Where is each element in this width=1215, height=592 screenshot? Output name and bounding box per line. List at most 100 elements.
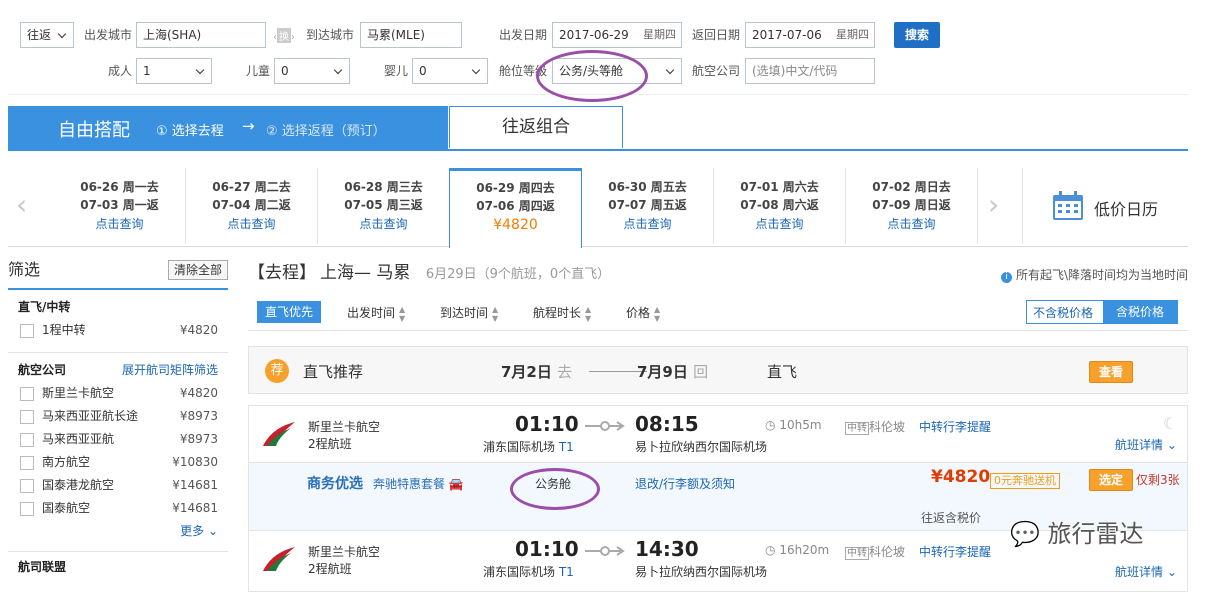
arrive-airport: 易卜拉欣纳西尔国际机场 — [635, 440, 768, 454]
benz-package-label: 奔驰特惠套餐 — [373, 477, 446, 491]
checkbox[interactable] — [20, 502, 34, 516]
filter-option[interactable]: 马来西亚亚航长途 ¥8973 — [8, 405, 228, 428]
date-go: 06-27 周二去 — [212, 180, 291, 194]
adult-select[interactable]: 1 — [136, 58, 212, 84]
filter-option-price: ¥14681 — [172, 478, 218, 492]
date-option[interactable]: 06-28 周三去 07-05 周三返 点击查询 — [318, 168, 450, 244]
next-dates-icon[interactable]: › — [988, 188, 999, 221]
toggle-with-tax[interactable]: 含税价格 — [1103, 301, 1177, 323]
filter-option-price: ¥8973 — [179, 409, 218, 423]
airline-input[interactable]: (选填)中文/代码 — [745, 58, 875, 84]
flight-legs: 2程航班 — [308, 562, 352, 576]
date-option[interactable]: 07-01 周六去 07-08 周六返 点击查询 — [714, 168, 846, 244]
checkbox[interactable] — [20, 479, 34, 493]
date-option[interactable]: 06-27 周二去 07-04 周二返 点击查询 — [186, 168, 318, 244]
date-option[interactable]: 07-02 周日去 07-09 周日返 点击查询 — [846, 168, 978, 244]
view-button[interactable]: 查看 — [1089, 361, 1133, 383]
recommend-type: 直飞 — [767, 363, 798, 381]
filter-option[interactable]: 马来西亚亚航 ¥8973 — [8, 428, 228, 451]
duration: ◷ 10h5m — [765, 418, 822, 432]
depart-label: 出发日期 — [499, 28, 548, 42]
flight-card: 斯里兰卡航空 2程航班 01:10 浦东国际机场 T1 08:15 易卜拉欣纳西… — [248, 405, 1188, 533]
filter-option[interactable]: 国泰港龙航空 ¥14681 — [8, 474, 228, 497]
srilankan-logo-icon — [263, 547, 295, 571]
infant-select[interactable]: 0 — [412, 58, 488, 84]
flight-arrow-icon — [585, 546, 625, 556]
sort-price[interactable]: 价格 ▲ ▼ — [626, 304, 660, 323]
watermark: 💬 旅行雷达 — [1010, 514, 1144, 549]
sort-arrive-time[interactable]: 到达时间 ▲ ▼ — [440, 304, 498, 323]
alliance-filter-title: 航司联盟 — [18, 560, 67, 574]
arrive-time: 08:15 — [635, 412, 699, 436]
calendar-icon[interactable] — [1051, 190, 1085, 225]
return-date-value: 2017-07-06 — [752, 28, 822, 42]
recommend-badge-icon: 荐 — [265, 359, 289, 383]
date-option[interactable]: 06-30 周五去 07-07 周五返 点击查询 — [582, 168, 714, 244]
highlight-circle-cabin — [536, 50, 648, 102]
prev-dates-icon[interactable]: ‹ — [16, 188, 27, 221]
date-option-selected[interactable]: 06-29 周四去 07-06 周四返 ¥4820 — [449, 168, 582, 248]
date-query-link[interactable]: 点击查询 — [582, 214, 713, 234]
recommend-back-date: 7月9日 — [637, 363, 688, 381]
sort-direct-first[interactable]: 直飞优先 — [257, 301, 322, 323]
booking-tab-bar: 自由搭配 ① 选择去程 → ② 选择返程（预订） 往返组合 — [8, 106, 1188, 151]
flight-arrow-icon — [585, 421, 625, 431]
benz-package-link[interactable]: 奔驰特惠套餐 🚘 — [373, 475, 464, 492]
more-airlines-link[interactable]: 更多 ⌄ — [8, 520, 228, 543]
sort-duration[interactable]: 航程时长 ▲ ▼ — [533, 304, 591, 323]
return-date-input[interactable]: 2017-07-06 星期四 — [745, 22, 875, 48]
date-query-link[interactable]: 点击查询 — [54, 214, 185, 234]
checkbox[interactable] — [20, 456, 34, 470]
infant-label: 婴儿 — [384, 64, 409, 78]
sort-depart-time[interactable]: 出发时间 ▲ ▼ — [347, 304, 405, 323]
refund-rules-link[interactable]: 退改/行李额及须知 — [635, 475, 735, 492]
checkbox[interactable] — [20, 324, 34, 338]
recommend-go: 7月2日 去 — [501, 361, 572, 382]
date-query-link[interactable]: 点击查询 — [714, 214, 845, 234]
select-fare-button[interactable]: 选定 — [1089, 469, 1133, 491]
date-go: 07-01 周六去 — [740, 180, 819, 194]
filter-option[interactable]: 南方航空 ¥10830 — [8, 451, 228, 474]
filter-option-price: ¥4820 — [179, 323, 218, 337]
toggle-no-tax[interactable]: 不含税价格 — [1033, 304, 1093, 321]
tab-round-trip[interactable]: 往返组合 — [449, 106, 623, 148]
low-price-calendar-link[interactable]: 低价日历 — [1094, 196, 1158, 220]
luggage-reminder-link[interactable]: 中转行李提醒 — [919, 418, 991, 435]
checkbox[interactable] — [20, 410, 34, 424]
wechat-icon: 💬 — [1010, 520, 1040, 548]
date-option[interactable]: 06-26 周一去 07-03 周一返 点击查询 — [54, 168, 186, 244]
tab-free-combo[interactable]: 自由搭配 ① 选择去程 → ② 选择返程（预订） — [8, 106, 448, 149]
depart-weekday: 星期四 — [643, 28, 676, 41]
depart-date-input[interactable]: 2017-06-29 星期四 — [552, 22, 682, 48]
airline-matrix-link[interactable]: 展开航司矩阵筛选 — [122, 359, 218, 382]
step-arrow: → — [242, 117, 255, 135]
filter-sidebar: 筛选 清除全部 直飞/中转 1程中转 ¥4820 航空公司 展开航司矩阵筛选 斯… — [8, 258, 228, 579]
flight-details-link[interactable]: 航班详情 ⌄ — [1115, 436, 1177, 453]
date-query-link[interactable]: 点击查询 — [846, 214, 977, 234]
filter-option[interactable]: 1程中转 ¥4820 — [8, 319, 228, 342]
results-heading-sub: 6月29日（9个航班，0个直飞） — [425, 267, 611, 282]
search-button[interactable]: 搜索 — [894, 22, 940, 48]
flight-details-link[interactable]: 航班详情 ⌄ — [1115, 563, 1177, 580]
clear-all-button[interactable]: 清除全部 — [167, 260, 228, 280]
child-select[interactable]: 0 — [274, 58, 350, 84]
swap-cities-button[interactable]: ‹ 换 › — [271, 28, 297, 43]
checkbox[interactable] — [20, 387, 34, 401]
filter-option-label: 国泰航空 — [42, 501, 91, 515]
luggage-reminder-link[interactable]: 中转行李提醒 — [919, 543, 991, 560]
to-city-input[interactable]: 马累(MLE) — [360, 22, 462, 48]
trip-type-select[interactable]: 往返 — [20, 22, 74, 48]
filter-option[interactable]: 斯里兰卡航空 ¥4820 — [8, 382, 228, 405]
date-return: 07-03 周一返 — [80, 198, 159, 212]
date-go: 06-28 周三去 — [344, 180, 423, 194]
airline-name: 斯里兰卡航空 — [308, 545, 381, 559]
checkbox[interactable] — [20, 433, 34, 447]
results-heading: 【去程】 上海— 马累 6月29日（9个航班，0个直飞） — [248, 258, 610, 283]
duration-value: 16h20m — [779, 543, 830, 557]
filter-option[interactable]: 国泰航空 ¥14681 — [8, 497, 228, 520]
step-choose-return: ② 选择返程（预订） — [266, 124, 386, 139]
date-query-link[interactable]: 点击查询 — [186, 214, 317, 234]
sort-label: 航程时长 — [533, 306, 582, 320]
from-city-input[interactable]: 上海(SHA) — [136, 22, 266, 48]
date-query-link[interactable]: 点击查询 — [318, 214, 449, 234]
